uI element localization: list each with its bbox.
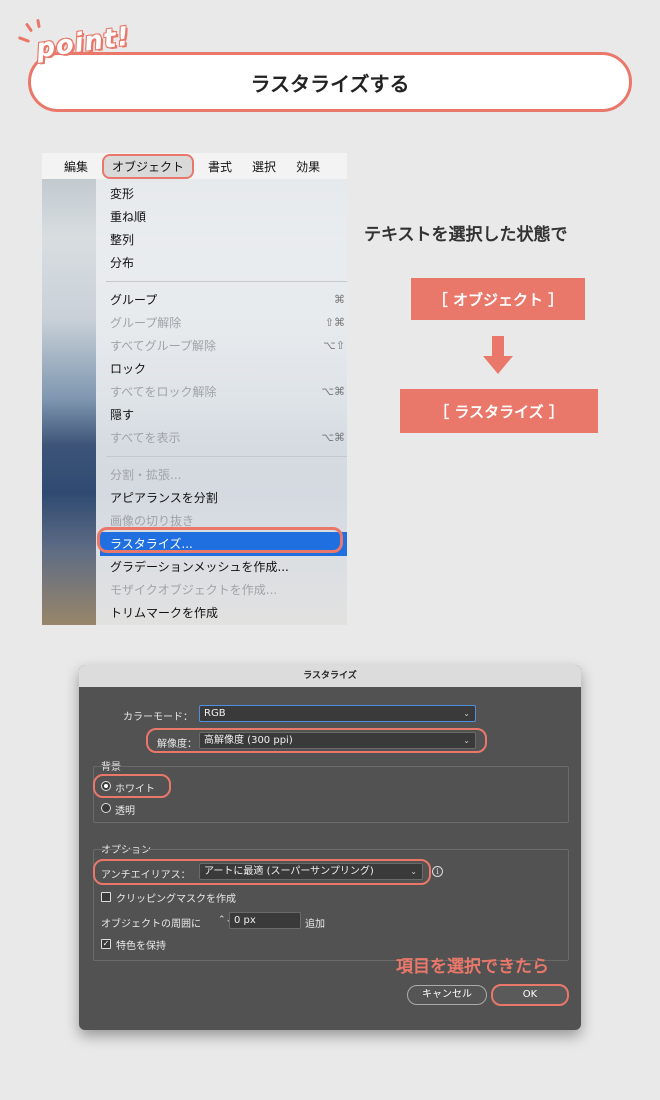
spark-decoration (24, 22, 34, 33)
around-object-value: 0 px (234, 915, 256, 926)
menu-item: すべてをロック解除 ⌥⌘ (96, 381, 347, 403)
around-object-label: オブジェクトの周囲に (101, 919, 201, 930)
menu-item[interactable]: グループ ⌘ (96, 289, 347, 311)
menu-object[interactable]: オブジェクト (102, 153, 195, 179)
color-mode-value: RGB (204, 708, 226, 719)
spark-decoration (36, 18, 41, 29)
menu-type[interactable]: 書式 (198, 158, 242, 175)
menu-item-label: グループ (110, 293, 158, 307)
point-badge-text: point! (33, 21, 132, 66)
clipping-mask-label: クリッピングマスクを作成 (116, 894, 236, 905)
menu-item-label: 整列 (110, 233, 135, 247)
menu-item[interactable]: ロック (96, 358, 347, 380)
arrow-down-icon (483, 336, 513, 374)
menu-item-label: すべてを表示 (110, 431, 181, 445)
menu-separator (106, 281, 347, 282)
bg-white-highlight-ring (93, 774, 171, 798)
menu-item-label: 分布 (110, 256, 135, 270)
menu-item-label: 画像の切り抜き (110, 514, 195, 528)
resolution-highlight-ring (146, 728, 487, 753)
menu-item: グループ解除 ⇧⌘ (96, 312, 347, 334)
menu-item[interactable]: トリムマークを作成 (96, 602, 347, 624)
menu-effect[interactable]: 効果 (286, 158, 330, 175)
menu-select[interactable]: 選択 (242, 158, 286, 175)
ok-button[interactable]: OK (491, 984, 569, 1006)
menu-item[interactable]: 変形 (96, 183, 347, 205)
menu-item: すべてグループ解除 ⌥⇧ (96, 335, 347, 357)
around-object-input[interactable]: 0 px (229, 912, 301, 929)
info-icon[interactable]: i (432, 866, 443, 877)
color-mode-label: カラーモード： (123, 712, 193, 723)
menu-item-label: すべてをロック解除 (110, 385, 217, 399)
menu-item-shortcut: ⇧⌘ (324, 316, 345, 329)
bg-transparent-label: 透明 (115, 806, 135, 817)
menu-item-label: トリムマークを作成 (110, 606, 219, 620)
menu-item: モザイクオブジェクトを作成... (96, 579, 347, 601)
menu-edit[interactable]: 編集 (42, 158, 98, 175)
chevron-down-icon: ⌄ (463, 709, 470, 718)
menu-separator (106, 456, 347, 457)
around-object-suffix: 追加 (305, 919, 325, 930)
step-object-box: ［ オブジェクト ］ (411, 278, 585, 320)
raster-highlight-ring (97, 527, 343, 553)
menu-item-label: ロック (110, 362, 147, 376)
menu-item-label: 分割・拡張... (110, 468, 182, 482)
menu-item[interactable]: グラデーションメッシュを作成... (96, 556, 347, 578)
menu-item-label: 隠す (110, 408, 135, 422)
preserve-spot-checkbox[interactable]: ✓ (101, 939, 111, 949)
menubar: 編集 オブジェクト 書式 選択 効果 (42, 153, 347, 179)
bg-transparent-radio[interactable] (101, 803, 111, 813)
menu-screenshot: 編集 オブジェクト 書式 選択 効果 変形重ね順整列分布グループ ⌘ グループ解除 ⇧… (42, 153, 347, 625)
menu-item-label: アピアランスを分割 (110, 491, 218, 505)
menu-item-shortcut: ⌘ (334, 293, 345, 306)
object-dropdown-menu: 変形重ね順整列分布グループ ⌘ グループ解除 ⇧⌘ すべてグループ解除 ⌥⇧ ロックすべてを… (96, 179, 347, 625)
menu-item[interactable]: 分布 (96, 252, 347, 274)
menu-item: すべてを表示 ⌥⌘ (96, 427, 347, 449)
color-mode-select[interactable]: RGB ⌄ (199, 705, 476, 722)
menu-item[interactable]: 重ね順 (96, 206, 347, 228)
menu-item-label: 変形 (110, 187, 135, 201)
point-badge: point! (33, 21, 136, 72)
menu-item-label: 重ね順 (110, 210, 147, 224)
clipping-mask-checkbox[interactable] (101, 892, 111, 902)
menu-item[interactable]: 整列 (96, 229, 347, 251)
menu-item: 分割・拡張... (96, 464, 347, 486)
cancel-button[interactable]: キャンセル (407, 985, 487, 1005)
instruction-lead: テキストを選択した状態で (364, 225, 568, 245)
spark-decoration (17, 36, 31, 43)
menu-item-label: モザイクオブジェクトを作成... (110, 583, 278, 597)
dialog-title: ラスタライズ (79, 665, 581, 687)
menu-item-shortcut: ⌥⇧ (323, 339, 345, 352)
menu-item-shortcut: ⌥⌘ (321, 431, 345, 444)
menu-item[interactable]: アピアランスを分割 (96, 487, 347, 509)
menu-item-label: グラデーションメッシュを作成... (110, 560, 289, 574)
menu-item-label: すべてグループ解除 (110, 339, 216, 353)
menu-item-shortcut: ⌥⌘ (321, 385, 345, 398)
menu-item-label: グループ解除 (110, 316, 182, 330)
antialias-highlight-ring (93, 859, 431, 885)
menu-item[interactable]: 隠す (96, 404, 347, 426)
note-text: 項目を選択できたら (396, 957, 549, 977)
step-rasterize-box: ［ ラスタライズ ］ (400, 389, 598, 433)
preserve-spot-label: 特色を保持 (116, 941, 166, 952)
